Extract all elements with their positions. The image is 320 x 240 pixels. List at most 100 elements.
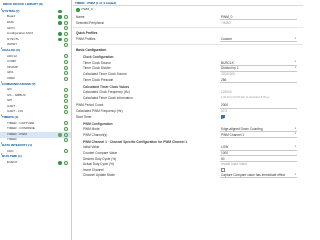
status-ok-icon: [58, 37, 62, 42]
timer-clock-divider-label: Timer Clock Divider: [83, 66, 111, 71]
add-instance-icon[interactable]: [64, 54, 68, 59]
counter-compare-value: 1000: [221, 150, 229, 155]
add-instance-icon[interactable]: [64, 160, 68, 165]
chevron-down-icon: ▾: [294, 126, 296, 130]
instance-name: PWM_0: [81, 7, 93, 12]
subsection-title: Clock Configuration: [83, 55, 114, 60]
add-instance-icon[interactable]: [64, 65, 68, 70]
divider: [73, 43, 303, 45]
sidebar-item-label: CRC: [7, 148, 14, 153]
add-instance-icon[interactable]: [64, 132, 68, 137]
add-instance-icon[interactable]: [64, 15, 68, 20]
initial-value-select[interactable]: ▾: [220, 144, 297, 151]
pwm-channels-value: PWM Channel 1: [221, 132, 245, 137]
counter-compare-label: Counter Compare Value: [83, 150, 118, 155]
sidebar-item-label: EVENT: [7, 159, 18, 164]
divider: [73, 27, 303, 29]
add-instance-icon[interactable]: [64, 110, 68, 115]
subsection-calc-clock-values: Calculated Timer Clock Values: [73, 83, 303, 90]
sidebar-item-label: SYSTEM (7): [2, 8, 20, 13]
calc-info-value: 1.00 Hz to 62.50 kHz at resolution 8.00 …: [221, 95, 270, 99]
add-instance-icon[interactable]: [64, 59, 68, 64]
pwm-profiles-value: Custom: [221, 37, 232, 42]
name-label: Name: [76, 15, 85, 19]
sidebar-item-label: Board: [7, 14, 16, 19]
sidebar-item-label: WWDT: [7, 42, 17, 47]
desired-duty-label: Desired Duty Cycle (%): [83, 156, 117, 161]
add-instance-icon[interactable]: [64, 104, 68, 109]
period-count-input[interactable]: [220, 104, 297, 109]
section-title: Basic Configuration: [76, 47, 107, 52]
timer-prescale-label: Timer Clock Prescale: [83, 77, 114, 82]
chevron-down-icon: ▾: [294, 144, 296, 148]
add-instance-icon[interactable]: [64, 127, 68, 132]
sidebar-item-label: I2C: [7, 87, 12, 92]
counter-compare-input[interactable]: [220, 151, 297, 157]
name-value: PWM_0: [221, 15, 233, 19]
sidebar-item-label: OPAMP: [7, 64, 18, 69]
calc-clock-source-label: Calculated Timer Clock Source: [83, 71, 127, 76]
sidebar-item-label: ANALOG (6): [2, 47, 21, 52]
sidebar-item-label: DATA INTEGRITY (1): [2, 143, 32, 148]
sidebar-item-label: GPIO: [7, 25, 15, 30]
desired-duty-input[interactable]: [220, 157, 297, 162]
add-instance-icon[interactable]: [64, 31, 68, 36]
status-ok-icon: [58, 32, 62, 36]
calc-pwm-freq-label: Calculated PWM Frequency (Hz): [76, 108, 123, 113]
channel-update-label: Channel Update Mode: [83, 173, 115, 178]
peripheral-value: TIMA0: [221, 20, 231, 25]
add-instance-icon[interactable]: [64, 71, 68, 76]
sidebar-item-label: VREF: [7, 75, 16, 80]
sidebar-item-label: ADC12: [7, 53, 17, 58]
channel-update-row: Channel Update Mode ▾ Capture Compare va…: [73, 173, 303, 179]
add-instance-icon[interactable]: [64, 20, 68, 25]
calc-freq-value: 125000: [221, 90, 232, 95]
subsection-title: PWM Configuration: [83, 121, 113, 126]
actual-duty-value: Invalid Input Value: [221, 162, 247, 167]
sidebar-item-label: Configuration MUX: [7, 31, 34, 36]
sidebar-title: DRIVE DEVICE LIBRARY (8): [3, 2, 43, 6]
status-ok-icon: [58, 15, 62, 20]
sidebar-item-label: GPA: [7, 70, 14, 75]
sidebar-item-label: SPI: [7, 98, 12, 103]
chevron-down-icon: ▾: [294, 65, 296, 69]
peripheral-row: Selected Peripheral TIMA0: [73, 21, 303, 27]
status-ok-icon: [58, 132, 62, 137]
chevron-down-icon: ▾: [294, 36, 296, 40]
timer-clock-divider-value: Divided by 1: [221, 66, 239, 71]
instance-tab[interactable]: PWM_0: [73, 6, 303, 15]
subsection-title: Calculated Timer Clock Values: [83, 84, 130, 89]
sidebar-item-label: UART: [7, 103, 16, 108]
start-timer-label: Start Timer: [76, 114, 92, 119]
calc-info-label: Calculated Timer Clock Information: [83, 95, 133, 100]
add-instance-icon[interactable]: [64, 26, 68, 31]
sidebar-item-label: COMMUNICATIONS (7): [2, 81, 36, 86]
add-instance-icon[interactable]: [64, 93, 68, 98]
add-instance-icon[interactable]: [64, 76, 68, 81]
status-ok-icon: [58, 9, 62, 14]
pwm-profiles-row: PWM Profiles ▾ Custom: [73, 37, 303, 43]
add-instance-icon[interactable]: [64, 87, 68, 92]
add-instance-icon[interactable]: [64, 149, 68, 154]
start-timer-checkbox[interactable]: [221, 115, 225, 120]
add-instance-icon[interactable]: [64, 121, 68, 126]
section-title: Quick Profiles: [76, 31, 98, 36]
sidebar-item-label: TIMER - COMPARE: [7, 126, 35, 131]
sidebar-item[interactable]: EVENT: [0, 160, 71, 166]
sidebar-item-label: TIMERS (4): [2, 115, 19, 120]
add-instance-icon[interactable]: [64, 43, 68, 48]
timer-clock-source-value: BUSCLK: [221, 60, 234, 65]
sidebar-item-label: TIMER: [7, 137, 17, 142]
period-count-label: PWM Period Count: [76, 103, 104, 108]
invert-channel-checkbox[interactable]: [221, 168, 225, 173]
calc-freq-label: Calculated Clock Frequency (Hz): [83, 90, 130, 95]
app-root: DRIVE DEVICE LIBRARY (8) ▾ SYSTEM (7) Boar…: [0, 0, 303, 240]
timer-prescale-input[interactable]: [220, 78, 297, 83]
add-instance-icon[interactable]: [64, 138, 68, 143]
peripheral-label: Selected Peripheral: [76, 20, 104, 25]
timer-prescale-value: 256: [221, 77, 227, 82]
add-instance-icon[interactable]: [64, 99, 68, 104]
add-instance-icon[interactable]: [64, 37, 68, 42]
desired-duty-value: 50: [221, 156, 225, 161]
subsection-channel1: PWM Channel 1 · Channel Specific Configu…: [73, 138, 303, 145]
